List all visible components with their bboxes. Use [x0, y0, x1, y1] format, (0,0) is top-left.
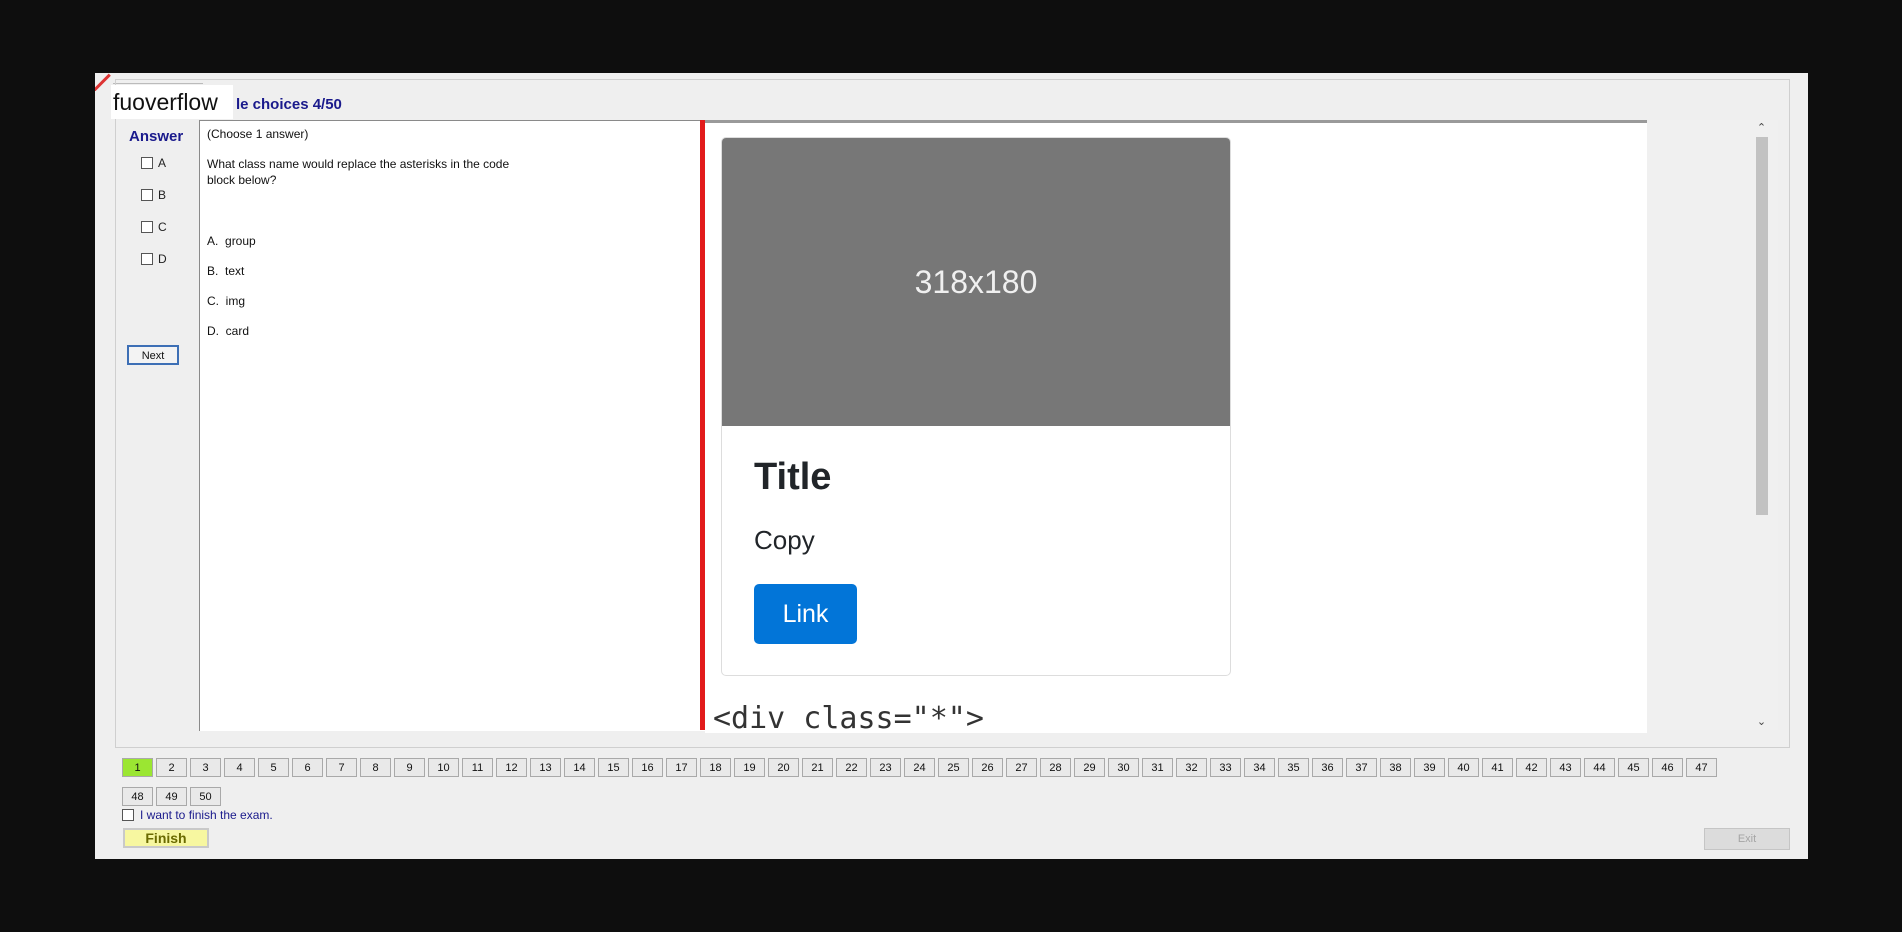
answer-option-b[interactable]: B: [141, 188, 166, 202]
question-nav-button[interactable]: 28: [1040, 758, 1071, 777]
answer-option-label: D: [158, 252, 167, 266]
checkbox-b[interactable]: [141, 189, 153, 201]
question-nav-button[interactable]: 33: [1210, 758, 1241, 777]
card-link-button: Link: [754, 584, 857, 644]
exam-window: fuoverflow le choices 4/50 Answer A B C …: [95, 73, 1808, 859]
question-nav-button[interactable]: 43: [1550, 758, 1581, 777]
question-option-a: A. group: [207, 234, 256, 248]
question-nav-button[interactable]: 18: [700, 758, 731, 777]
vertical-scrollbar[interactable]: ⌃ ⌄: [1753, 120, 1770, 730]
question-nav-button[interactable]: 29: [1074, 758, 1105, 777]
question-nav-button[interactable]: 6: [292, 758, 323, 777]
question-nav-button[interactable]: 49: [156, 787, 187, 806]
question-nav-button[interactable]: 34: [1244, 758, 1275, 777]
answer-option-c[interactable]: C: [141, 220, 167, 234]
question-nav-button[interactable]: 39: [1414, 758, 1445, 777]
code-image-panel: 318x180 Title Copy Link <div class="*">: [705, 120, 1647, 733]
next-button[interactable]: Next: [127, 345, 179, 365]
code-snippet: <div class="*">: [713, 701, 984, 733]
question-nav-button[interactable]: 4: [224, 758, 255, 777]
question-nav-button[interactable]: 17: [666, 758, 697, 777]
question-nav-button[interactable]: 24: [904, 758, 935, 777]
question-option-c: C. img: [207, 294, 246, 308]
scroll-up-icon[interactable]: ⌃: [1753, 120, 1770, 136]
question-header: le choices 4/50: [236, 96, 342, 113]
question-option-d: D. card: [207, 324, 250, 338]
question-nav-button[interactable]: 2: [156, 758, 187, 777]
question-text-line1: What class name would replace the asteri…: [207, 157, 510, 171]
brand-watermark: fuoverflow: [111, 85, 233, 119]
question-nav-button[interactable]: 22: [836, 758, 867, 777]
question-nav-button[interactable]: 38: [1380, 758, 1411, 777]
question-nav-button[interactable]: 1: [122, 758, 153, 777]
corner-mark-icon: [95, 73, 113, 91]
card-image-placeholder: 318x180: [722, 138, 1230, 426]
question-nav-button[interactable]: 30: [1108, 758, 1139, 777]
answer-option-label: B: [158, 188, 167, 202]
finish-confirm[interactable]: I want to finish the exam.: [122, 808, 273, 822]
question-nav-button[interactable]: 23: [870, 758, 901, 777]
answer-option-label: A: [158, 156, 167, 170]
question-nav-button[interactable]: 12: [496, 758, 527, 777]
answer-heading: Answer: [129, 128, 184, 145]
answer-option-label: C: [158, 220, 167, 234]
question-nav-button[interactable]: 16: [632, 758, 663, 777]
exit-button[interactable]: Exit: [1704, 828, 1790, 850]
checkbox-c[interactable]: [141, 221, 153, 233]
question-nav-button[interactable]: 10: [428, 758, 459, 777]
question-nav-button[interactable]: 25: [938, 758, 969, 777]
card-copy: Copy: [754, 525, 815, 555]
question-instruction: (Choose 1 answer): [207, 127, 309, 141]
scroll-thumb[interactable]: [1756, 137, 1768, 515]
question-nav-button[interactable]: 11: [462, 758, 493, 777]
question-nav-button[interactable]: 50: [190, 787, 221, 806]
question-nav-button[interactable]: 41: [1482, 758, 1513, 777]
question-nav-button[interactable]: 26: [972, 758, 1003, 777]
finish-button[interactable]: Finish: [123, 828, 209, 848]
card-preview: 318x180 Title Copy Link: [721, 137, 1231, 676]
question-panel: (Choose 1 answer) What class name would …: [199, 120, 705, 731]
question-nav-button[interactable]: 5: [258, 758, 289, 777]
question-nav-button[interactable]: 35: [1278, 758, 1309, 777]
question-nav-button[interactable]: 9: [394, 758, 425, 777]
question-nav-button[interactable]: 40: [1448, 758, 1479, 777]
question-nav-button[interactable]: 14: [564, 758, 595, 777]
question-nav-button[interactable]: 48: [122, 787, 153, 806]
question-nav-button[interactable]: 44: [1584, 758, 1615, 777]
question-nav-button[interactable]: 20: [768, 758, 799, 777]
scroll-down-icon[interactable]: ⌄: [1753, 714, 1770, 730]
answer-option-d[interactable]: D: [141, 252, 167, 266]
question-nav-button[interactable]: 13: [530, 758, 561, 777]
finish-checkbox[interactable]: [122, 809, 134, 821]
card-title: Title: [754, 456, 832, 498]
question-text-line2: block below?: [207, 173, 277, 187]
question-nav-button[interactable]: 19: [734, 758, 765, 777]
checkbox-d[interactable]: [141, 253, 153, 265]
question-nav-button[interactable]: 37: [1346, 758, 1377, 777]
question-nav-button[interactable]: 8: [360, 758, 391, 777]
question-nav-button[interactable]: 21: [802, 758, 833, 777]
answer-option-a[interactable]: A: [141, 156, 166, 170]
question-option-b: B. text: [207, 264, 245, 278]
question-nav-button[interactable]: 46: [1652, 758, 1683, 777]
question-nav-button[interactable]: 7: [326, 758, 357, 777]
question-nav-button[interactable]: 32: [1176, 758, 1207, 777]
question-nav-button[interactable]: 27: [1006, 758, 1037, 777]
finish-confirm-label: I want to finish the exam.: [140, 808, 273, 822]
question-nav-button[interactable]: 15: [598, 758, 629, 777]
question-nav-button[interactable]: 47: [1686, 758, 1717, 777]
question-nav-button[interactable]: 36: [1312, 758, 1343, 777]
question-nav-button[interactable]: 42: [1516, 758, 1547, 777]
question-nav-button[interactable]: 3: [190, 758, 221, 777]
question-nav-button[interactable]: 31: [1142, 758, 1173, 777]
checkbox-a[interactable]: [141, 157, 153, 169]
question-nav-button[interactable]: 45: [1618, 758, 1649, 777]
